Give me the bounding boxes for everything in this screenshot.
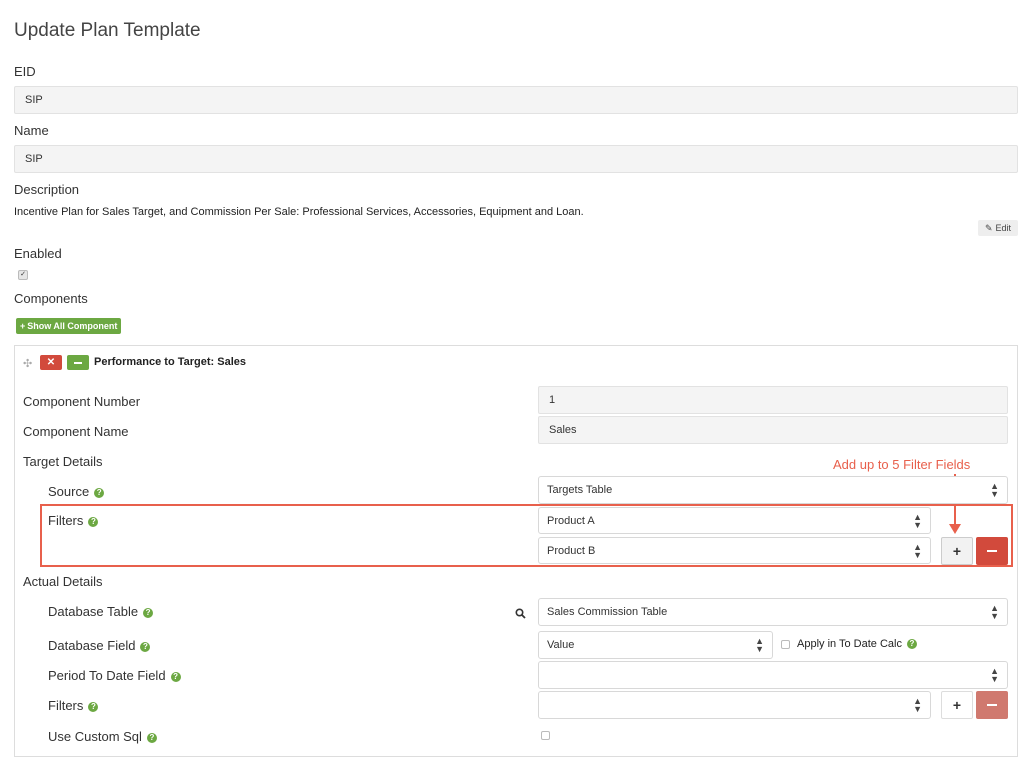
help-icon[interactable]: ?: [170, 671, 181, 682]
database-table-value: Sales Commission Table: [547, 606, 668, 618]
eid-value: SIP: [25, 94, 43, 106]
source-label-text: Source: [48, 484, 90, 499]
components-label: Components: [14, 291, 88, 306]
database-field-select[interactable]: Value ▲ ▼: [538, 631, 773, 659]
target-filter-value-1: Product A: [547, 514, 595, 527]
drag-handle-icon[interactable]: ✣: [23, 357, 32, 370]
component-name-field[interactable]: Sales: [538, 416, 1008, 444]
period-to-date-select[interactable]: ▲ ▼: [538, 661, 1008, 689]
delete-component-button[interactable]: ✕: [40, 355, 62, 370]
enabled-checkbox[interactable]: ✓: [18, 270, 28, 280]
collapse-component-button[interactable]: [67, 355, 89, 370]
description-text: Incentive Plan for Sales Target, and Com…: [14, 206, 584, 218]
select-caret-icon: ▲ ▼: [913, 541, 922, 560]
apply-to-date-label: Apply in To Date Calc?: [797, 638, 917, 650]
target-filter-value-2: Product B: [547, 544, 596, 557]
select-caret-icon: ▲ ▼: [755, 636, 764, 654]
component-name-value: Sales: [549, 424, 577, 436]
add-actual-filter-button[interactable]: +: [941, 691, 973, 719]
help-icon[interactable]: ?: [906, 639, 917, 650]
custom-sql-checkbox[interactable]: [541, 731, 550, 740]
remove-target-filter-button[interactable]: [976, 537, 1008, 565]
select-caret-icon: ▲ ▼: [913, 696, 922, 714]
component-panel-title: Performance to Target: Sales: [94, 356, 247, 368]
remove-actual-filter-button[interactable]: [976, 691, 1008, 719]
source-select[interactable]: Targets Table ▲ ▼: [538, 476, 1008, 504]
plus-icon: +: [952, 697, 962, 713]
database-table-select[interactable]: Sales Commission Table ▲ ▼: [538, 598, 1008, 626]
show-all-component-button[interactable]: + Show All Component: [16, 318, 122, 334]
component-number-value: 1: [549, 394, 556, 406]
select-caret-icon: ▲ ▼: [990, 481, 999, 499]
add-target-filter-button[interactable]: +: [941, 537, 973, 565]
help-icon[interactable]: ?: [140, 641, 151, 652]
search-icon: [514, 607, 526, 619]
target-details-label: Target Details: [23, 454, 103, 469]
annotation-text: Add up to 5 Filter Fields: [833, 457, 971, 472]
help-icon[interactable]: ?: [88, 516, 99, 527]
name-label: Name: [14, 123, 49, 138]
database-field-label: Database Field?: [48, 638, 151, 653]
period-to-date-label: Period To Date Field?: [48, 668, 181, 683]
help-icon[interactable]: ?: [94, 487, 105, 498]
search-button[interactable]: [506, 600, 534, 626]
actual-details-label: Actual Details: [23, 574, 103, 589]
plus-icon: +: [952, 543, 962, 559]
minus-icon: [987, 550, 997, 552]
component-number-label: Component Number: [23, 394, 141, 409]
help-icon[interactable]: ?: [143, 607, 154, 618]
enabled-label: Enabled: [14, 246, 62, 261]
name-value: SIP: [25, 153, 43, 165]
select-caret-icon: ▲ ▼: [913, 511, 922, 530]
database-field-value: Value: [547, 639, 575, 651]
help-icon[interactable]: ?: [88, 701, 99, 712]
target-filters-label-text: Filters: [48, 513, 84, 528]
minus-icon: [987, 704, 997, 706]
apply-to-date-label-text: Apply in To Date Calc: [797, 638, 902, 650]
period-to-date-label-text: Period To Date Field: [48, 668, 166, 683]
database-table-label: Database Table?: [48, 604, 154, 619]
actual-filters-label: Filters?: [48, 698, 99, 713]
target-filters-label: Filters?: [48, 513, 99, 528]
edit-icon: ✎: [984, 222, 993, 233]
select-caret-icon: ▲ ▼: [990, 603, 999, 621]
actual-filter-select[interactable]: ▲ ▼: [538, 691, 931, 719]
eid-field[interactable]: SIP: [14, 86, 1018, 114]
page-title: Update Plan Template: [14, 20, 201, 41]
component-number-field[interactable]: 1: [538, 386, 1008, 414]
component-name-label: Component Name: [23, 424, 129, 439]
select-caret-icon: ▲ ▼: [990, 666, 999, 684]
edit-button[interactable]: ✎ Edit: [978, 220, 1018, 236]
eid-label: EID: [14, 64, 36, 79]
source-label: Source?: [48, 484, 105, 499]
database-table-label-text: Database Table: [48, 604, 139, 619]
target-filter-select-2[interactable]: Product B ▲ ▼: [538, 537, 931, 564]
database-field-label-text: Database Field: [48, 638, 136, 653]
show-all-label: Show All Component: [27, 321, 118, 331]
minus-icon: [74, 361, 82, 364]
plus-icon: +: [20, 321, 26, 331]
name-field[interactable]: SIP: [14, 145, 1018, 173]
custom-sql-label: Use Custom Sql?: [48, 729, 157, 744]
apply-to-date-checkbox[interactable]: [781, 640, 790, 649]
source-value: Targets Table: [547, 484, 613, 496]
custom-sql-label-text: Use Custom Sql: [48, 729, 142, 744]
actual-filters-label-text: Filters: [48, 698, 84, 713]
help-icon[interactable]: ?: [146, 732, 157, 743]
description-label: Description: [14, 182, 80, 197]
edit-label: Edit: [995, 223, 1012, 233]
close-icon: ✕: [46, 357, 56, 368]
target-filter-select-1[interactable]: Product A ▲ ▼: [538, 507, 931, 534]
